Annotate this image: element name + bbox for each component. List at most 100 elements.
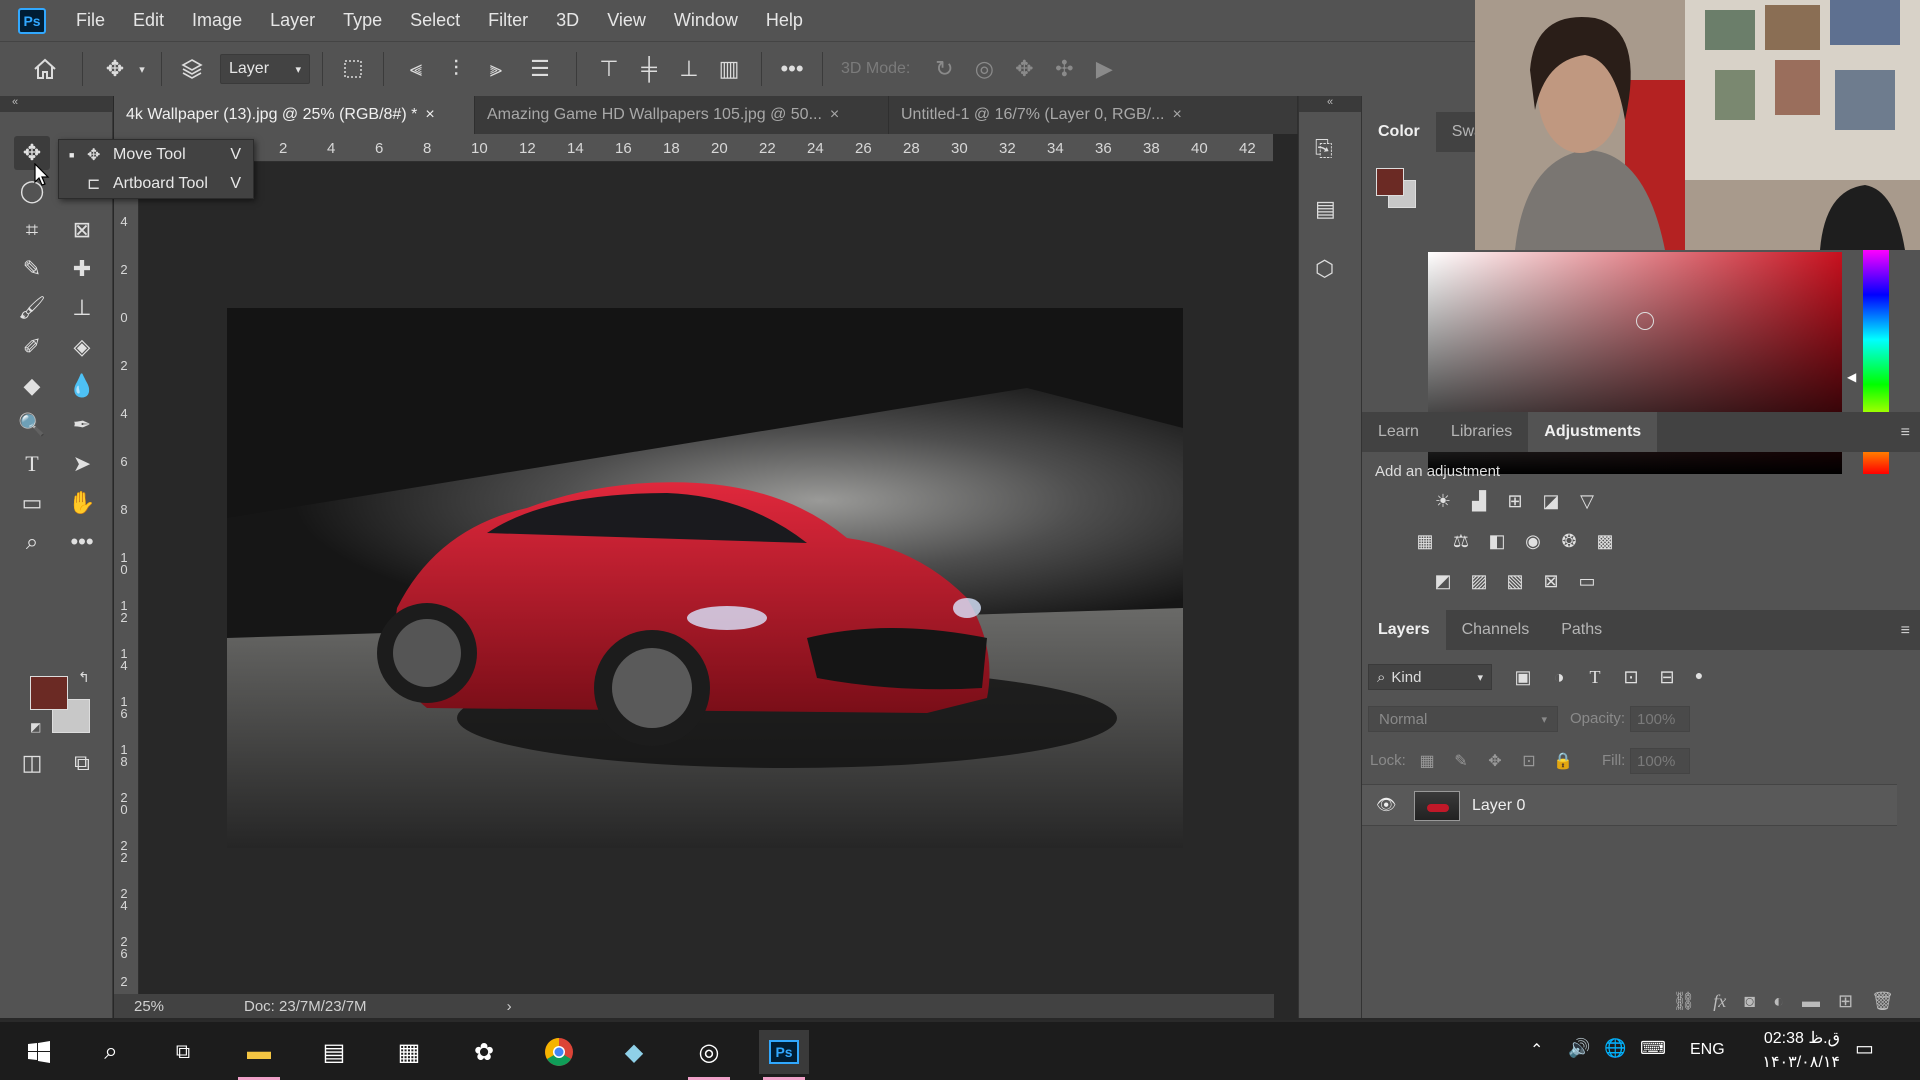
align-middle-icon[interactable]: ╪ (629, 56, 669, 82)
delete-layer-icon[interactable]: 🗑 (1871, 991, 1894, 1012)
opacity-field[interactable]: 100% (1630, 706, 1690, 732)
align-right-icon[interactable]: ⫸ (476, 56, 516, 82)
more-icon[interactable]: ••• (774, 56, 810, 82)
lock-all-icon[interactable]: 🔒 (1550, 748, 1576, 774)
zoom-tool-icon[interactable]: ⌕ (14, 525, 50, 559)
tab-paths[interactable]: Paths (1545, 610, 1618, 650)
lock-pixels-icon[interactable]: ✎ (1448, 748, 1474, 774)
history-panel-icon[interactable]: ⎘ (1315, 136, 1345, 166)
dodge-tool-icon[interactable]: 🔍 (14, 408, 50, 442)
new-adjustment-layer-icon[interactable]: ◐ (1773, 991, 1784, 1012)
properties-panel-icon[interactable]: ▤ (1315, 196, 1345, 226)
document-image[interactable] (227, 308, 1183, 848)
menu-3d[interactable]: 3D (542, 10, 593, 31)
posterize-icon[interactable]: ▨ (1466, 568, 1492, 594)
lock-transparent-icon[interactable]: ▦ (1414, 748, 1440, 774)
history-brush-tool-icon[interactable]: ✐ (14, 330, 50, 364)
flyout-artboard-tool[interactable]: ⊏ Artboard Tool V (59, 169, 253, 198)
frame-tool-icon[interactable]: ⊠ (64, 213, 100, 247)
levels-icon[interactable]: ▟ (1466, 488, 1492, 514)
tab-channels[interactable]: Channels (1446, 610, 1546, 650)
tab-untitled-1[interactable]: Untitled-1 @ 16/7% (Layer 0, RGB/... × (889, 96, 1298, 134)
clock-time[interactable]: 02:38 ق.ظ (1740, 1028, 1840, 1048)
panel-menu-icon[interactable]: ≡ (1901, 424, 1910, 442)
color-lookup-icon[interactable]: ▩ (1592, 528, 1618, 554)
brush-tool-icon[interactable]: 🖌 (14, 291, 50, 325)
tab-layers[interactable]: Layers (1362, 610, 1446, 650)
close-icon[interactable]: × (1172, 106, 1181, 124)
align-left-icon[interactable]: ⫷ (396, 56, 436, 82)
tab-4k-wallpaper[interactable]: 4k Wallpaper (13).jpg @ 25% (RGB/8#) * × (114, 96, 475, 134)
chrome-icon[interactable] (534, 1030, 584, 1074)
photo-filter-icon[interactable]: ◉ (1520, 528, 1546, 554)
collapse-arrows-icon[interactable]: « (1299, 96, 1361, 112)
brightness-icon[interactable]: ☀ (1430, 488, 1456, 514)
volume-icon[interactable]: 🔊 (1568, 1038, 1590, 1059)
tab-learn[interactable]: Learn (1362, 412, 1435, 452)
selective-color-icon[interactable]: ⊠ (1538, 568, 1564, 594)
home-icon[interactable] (20, 58, 70, 80)
quick-mask-icon[interactable]: ◫ (14, 746, 50, 780)
close-icon[interactable]: × (425, 106, 434, 124)
transform-controls-icon[interactable] (335, 57, 371, 81)
rectangle-tool-icon[interactable]: ▭ (14, 486, 50, 520)
menu-window[interactable]: Window (660, 10, 752, 31)
app-icon[interactable]: ▤ (309, 1030, 359, 1074)
menu-filter[interactable]: Filter (474, 10, 542, 31)
visibility-eye-icon[interactable]: 👁 (1376, 795, 1396, 815)
layer-name[interactable]: Layer 0 (1472, 797, 1525, 815)
search-icon[interactable]: ⌕ (86, 1030, 136, 1074)
filter-adjustment-icon[interactable]: ◑ (1546, 664, 1572, 690)
channel-mixer-icon[interactable]: ❂ (1556, 528, 1582, 554)
screen-mode-icon[interactable]: ⧉ (64, 746, 100, 780)
windows-start-icon[interactable] (14, 1030, 64, 1074)
new-layer-icon[interactable]: ⊞ (1838, 991, 1853, 1012)
task-view-icon[interactable]: ⧉ (158, 1030, 208, 1074)
align-center-icon[interactable]: ⫶ (436, 56, 476, 82)
auto-select-dropdown[interactable]: Layer ▾ (220, 54, 310, 84)
notifications-icon[interactable]: ▭ (1855, 1036, 1874, 1061)
move-icon[interactable]: ✥ (95, 56, 135, 82)
slide-3d-icon[interactable]: ✣ (1044, 56, 1084, 82)
menu-type[interactable]: Type (329, 10, 396, 31)
orbit-3d-icon[interactable]: ↻ (924, 56, 964, 82)
lock-position-icon[interactable]: ✥ (1482, 748, 1508, 774)
distribute-vertical-icon[interactable]: ▥ (709, 56, 749, 82)
link-layers-icon[interactable]: ⛓ (1672, 991, 1695, 1012)
fx-icon[interactable]: fx (1713, 991, 1726, 1012)
language-indicator[interactable]: ENG (1690, 1041, 1725, 1059)
network-globe-icon[interactable]: 🌐 (1604, 1038, 1626, 1059)
roll-3d-icon[interactable]: ◎ (964, 56, 1004, 82)
invert-icon[interactable]: ◩ (1430, 568, 1456, 594)
3d-panel-icon[interactable]: ⬡ (1315, 256, 1345, 286)
vibrance-icon[interactable]: ▽ (1574, 488, 1600, 514)
healing-brush-tool-icon[interactable]: ✚ (64, 252, 100, 286)
menu-select[interactable]: Select (396, 10, 474, 31)
crop-tool-icon[interactable]: ⌗ (14, 213, 50, 247)
threshold-icon[interactable]: ▧ (1502, 568, 1528, 594)
chevron-right-icon[interactable]: › (507, 998, 512, 1015)
clock-date[interactable]: ۱۴۰۳/۰۸/۱۴ (1740, 1052, 1840, 1072)
color-balance-icon[interactable]: ⚖ (1448, 528, 1474, 554)
default-colors-icon[interactable]: ◩ (30, 720, 41, 734)
black-white-icon[interactable]: ◧ (1484, 528, 1510, 554)
close-icon[interactable]: × (830, 106, 839, 124)
obs-icon[interactable]: ◎ (684, 1030, 734, 1080)
paint-bucket-tool-icon[interactable]: ◆ (14, 369, 50, 403)
exposure-icon[interactable]: ◪ (1538, 488, 1564, 514)
scale-3d-icon[interactable]: ▶ (1084, 56, 1124, 82)
menu-view[interactable]: View (593, 10, 660, 31)
swap-colors-icon[interactable]: ↰ (78, 669, 90, 686)
curves-icon[interactable]: ⊞ (1502, 488, 1528, 514)
panel-menu-icon[interactable]: ≡ (1901, 622, 1910, 640)
auto-select-layers-icon[interactable] (174, 58, 210, 80)
fill-field[interactable]: 100% (1630, 748, 1690, 774)
file-explorer-icon[interactable]: ▬ (234, 1030, 284, 1080)
layer-filter-select[interactable]: ⌕ Kind ▾ (1368, 664, 1492, 690)
menu-layer[interactable]: Layer (256, 10, 329, 31)
hand-tool-icon[interactable]: ✋ (64, 486, 100, 520)
zoom-level[interactable]: 25% (134, 998, 214, 1015)
menu-file[interactable]: File (62, 10, 119, 31)
add-mask-icon[interactable]: ◙ (1744, 991, 1755, 1012)
distribute-icon[interactable]: ☰ (516, 56, 564, 82)
